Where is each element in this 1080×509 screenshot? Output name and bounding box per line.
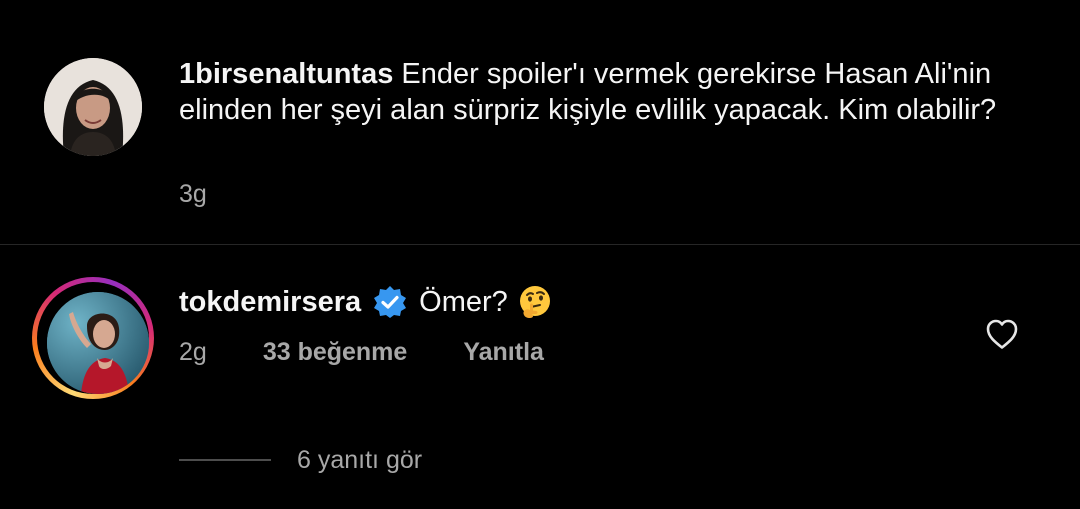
likes-count-button[interactable]: 33 beğenme: [263, 338, 408, 367]
view-replies-label[interactable]: 6 yanıtı gör: [297, 446, 422, 475]
thinking-face-emoji-icon: [518, 285, 552, 319]
divider: [0, 244, 1080, 245]
comment-body: tokdemirsera Ömer?: [179, 282, 552, 322]
comment-text: Ömer?: [419, 285, 508, 318]
post-caption: 1birsenaltuntas Ender spoiler'ı vermek g…: [0, 0, 1080, 244]
heart-outline-icon[interactable]: [985, 318, 1019, 350]
reply-button[interactable]: Yanıtla: [463, 338, 544, 367]
comment-timestamp: 2g: [179, 337, 207, 366]
post-timestamp: 3g: [179, 180, 207, 208]
view-replies-button[interactable]: 6 yanıtı gör: [179, 444, 422, 476]
post-author-avatar[interactable]: [44, 58, 142, 156]
comment-meta: 2g 33 beğenme Yanıtla: [179, 336, 544, 368]
post-author-username[interactable]: 1birsenaltuntas: [179, 58, 393, 90]
story-ring[interactable]: [32, 277, 154, 399]
replies-line-divider: [179, 459, 271, 461]
comment-author-avatar[interactable]: [47, 292, 149, 394]
comment-author-username[interactable]: tokdemirsera: [179, 286, 361, 319]
verified-badge-icon: [373, 285, 407, 319]
